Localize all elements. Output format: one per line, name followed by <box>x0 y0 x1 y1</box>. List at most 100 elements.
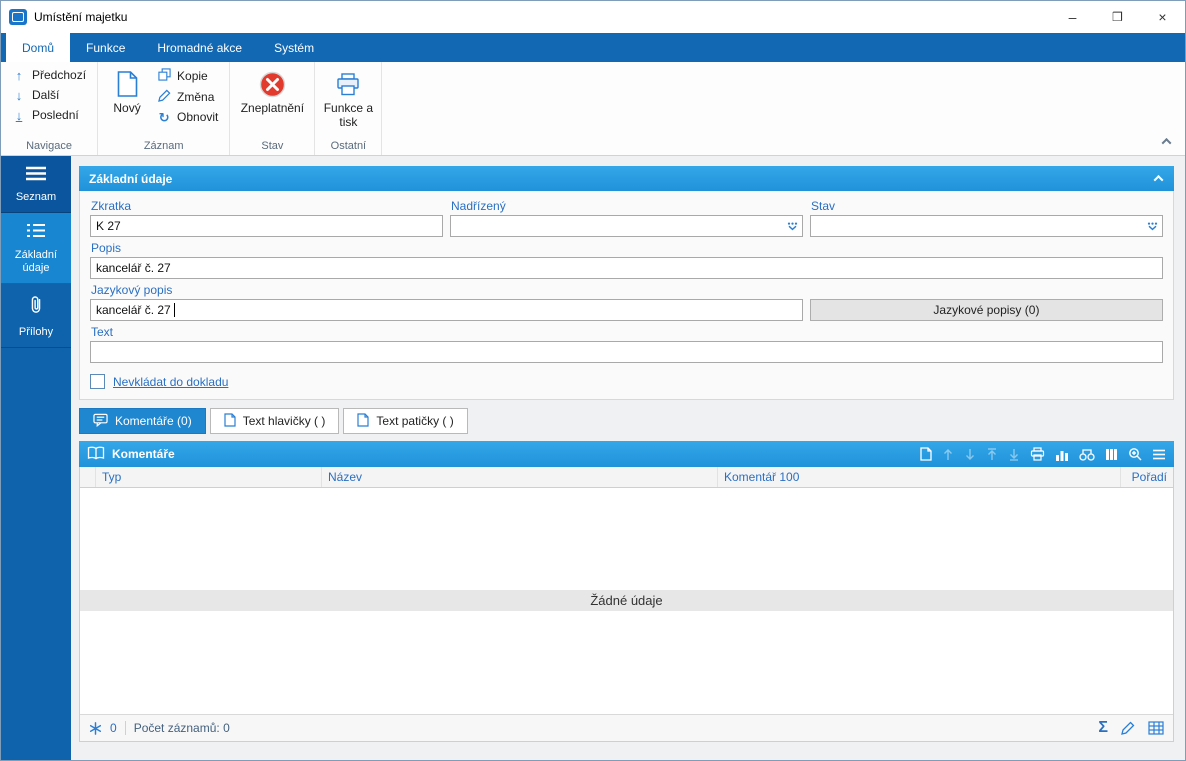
ribbon-tab-domu[interactable]: Domů <box>6 33 71 62</box>
group-label-ostatni: Ostatní <box>330 140 367 152</box>
arrow-down-icon: ↓ <box>15 87 23 103</box>
panel-body: Zkratka Nadřízený Stav <box>79 191 1174 400</box>
move-up-icon[interactable] <box>942 448 954 461</box>
text-caret <box>174 303 175 317</box>
chart-icon[interactable] <box>1055 448 1069 461</box>
main-content: Základní údaje Zkratka Nadřízený <box>71 156 1185 760</box>
invalidate-button[interactable]: Zneplatnění <box>235 65 309 118</box>
columns-icon[interactable] <box>1105 448 1118 461</box>
chevron-up-icon <box>1161 137 1171 148</box>
jazykove-popisy-button[interactable]: Jazykové popisy (0) <box>809 299 1163 321</box>
change-button[interactable]: Změna <box>151 86 224 107</box>
nevkladat-checkbox[interactable] <box>90 374 105 389</box>
search-binoculars-icon[interactable] <box>1079 448 1095 461</box>
nevkladat-checkbox-label[interactable]: Nevkládat do dokladu <box>113 375 228 389</box>
title-bar: Umístění majetku – ❒ × <box>1 1 1185 33</box>
edit-icon[interactable] <box>1121 721 1135 735</box>
move-last-icon[interactable] <box>1008 448 1020 461</box>
paperclip-icon <box>28 294 44 320</box>
no-data-banner: Žádné údaje <box>80 589 1173 611</box>
dropdown-icon <box>1147 222 1157 230</box>
move-first-icon[interactable] <box>986 447 998 461</box>
copy-button[interactable]: Kopie <box>151 65 224 86</box>
popis-label: Popis <box>91 241 122 255</box>
grid-column-header: Typ Název Komentář 100 Pořadí <box>80 467 1173 488</box>
functions-print-button[interactable]: Funkce a tisk <box>320 65 376 132</box>
grid-settings-icon[interactable] <box>1148 721 1164 735</box>
stav-dropdown-button[interactable] <box>1143 217 1161 235</box>
new-row-icon[interactable] <box>920 447 932 461</box>
nadrizeny-input[interactable] <box>450 215 803 237</box>
ribbon-collapse-button[interactable] <box>1157 134 1175 148</box>
red-x-circle-icon <box>259 70 286 98</box>
ribbon-group-ostatni: Funkce a tisk Ostatní <box>315 62 383 155</box>
popis-input[interactable] <box>90 257 1163 279</box>
comments-grid: Komentáře Typ Název Komentář 100 Pořadí … <box>79 441 1174 742</box>
grid-header: Komentáře <box>79 441 1174 467</box>
marked-records-icon <box>89 721 102 735</box>
stav-input[interactable] <box>810 215 1163 237</box>
grid-footer: 0 Počet záznamů: 0 Σ <box>80 714 1173 741</box>
group-label-stav: Stav <box>261 140 284 152</box>
pencil-icon <box>157 89 171 104</box>
last-button[interactable]: ↓ Poslední <box>6 105 92 125</box>
ribbon: ↑ Předchozí ↓ Další ↓ Poslední Navigace <box>1 62 1185 156</box>
panel-collapse-button[interactable] <box>1145 168 1171 189</box>
move-down-icon[interactable] <box>964 448 976 461</box>
dropdown-icon <box>787 222 797 230</box>
arrow-down-bar-icon: ↓ <box>15 107 23 123</box>
group-label-zaznam: Záznam <box>143 140 184 152</box>
sidebar-item-seznam[interactable]: Seznam <box>1 156 71 214</box>
sum-icon[interactable]: Σ <box>1098 720 1108 736</box>
group-label-navigace: Navigace <box>26 140 72 152</box>
panel-header-zakladni-udaje: Základní údaje <box>79 166 1174 191</box>
jazykovy-popis-input[interactable] <box>90 299 803 321</box>
sidebar-item-prilohy[interactable]: Přílohy <box>1 284 71 349</box>
refresh-icon: ↻ <box>158 109 170 125</box>
column-header-komentar[interactable]: Komentář 100 <box>718 467 1121 487</box>
book-icon <box>87 446 105 463</box>
grid-toolbar <box>920 447 1166 461</box>
column-header-poradi[interactable]: Pořadí <box>1121 467 1173 487</box>
next-button[interactable]: ↓ Další <box>6 85 92 105</box>
tab-text-paticky[interactable]: Text patičky ( ) <box>343 408 468 434</box>
printer-icon <box>336 70 360 98</box>
detail-tabstrip: Komentáře (0) Text hlavičky ( ) Text pat… <box>79 408 1174 434</box>
minimize-button[interactable]: – <box>1050 1 1095 33</box>
column-header-nazev[interactable]: Název <box>322 467 718 487</box>
sidebar: Seznam Základní údaje Přílohy <box>1 156 71 760</box>
grid-body: Žádné údaje <box>80 488 1173 714</box>
app-icon <box>9 9 27 25</box>
ribbon-group-navigace: ↑ Předchozí ↓ Další ↓ Poslední Navigace <box>1 62 99 155</box>
window-controls: – ❒ × <box>1050 1 1185 33</box>
document-icon <box>357 412 369 430</box>
tab-text-hlavicky[interactable]: Text hlavičky ( ) <box>209 408 340 434</box>
chevron-up-icon <box>1153 174 1163 185</box>
zkratka-input[interactable] <box>90 215 443 237</box>
text-input[interactable] <box>90 341 1163 363</box>
tab-komentare[interactable]: Komentáře (0) <box>79 408 206 434</box>
panel-title: Základní údaje <box>89 171 173 186</box>
document-icon <box>117 70 138 98</box>
prev-button[interactable]: ↑ Předchozí <box>6 65 92 85</box>
stav-label: Stav <box>811 199 836 213</box>
ribbon-tab-system[interactable]: Systém <box>258 33 330 62</box>
nadrizeny-dropdown-button[interactable] <box>783 217 801 235</box>
nadrizeny-label: Nadřízený <box>451 199 506 213</box>
new-record-button[interactable]: Nový <box>103 65 151 118</box>
sidebar-item-zakladni-udaje[interactable]: Základní údaje <box>1 213 71 284</box>
zoom-icon[interactable] <box>1128 447 1142 461</box>
menu-icon[interactable] <box>1152 449 1166 460</box>
ribbon-tab-funkce[interactable]: Funkce <box>70 33 141 62</box>
marked-count: 0 <box>110 721 117 735</box>
hamburger-icon <box>25 166 47 185</box>
print-icon[interactable] <box>1030 447 1045 461</box>
refresh-button[interactable]: ↻ Obnovit <box>151 107 224 127</box>
arrow-up-icon: ↑ <box>15 67 23 83</box>
close-button[interactable]: × <box>1140 1 1185 33</box>
window-title: Umístění majetku <box>34 10 128 24</box>
ribbon-tab-hromadne-akce[interactable]: Hromadné akce <box>141 33 258 62</box>
jazykovy-popis-label: Jazykový popis <box>91 283 173 297</box>
column-header-typ[interactable]: Typ <box>96 467 322 487</box>
maximize-button[interactable]: ❒ <box>1095 1 1140 33</box>
